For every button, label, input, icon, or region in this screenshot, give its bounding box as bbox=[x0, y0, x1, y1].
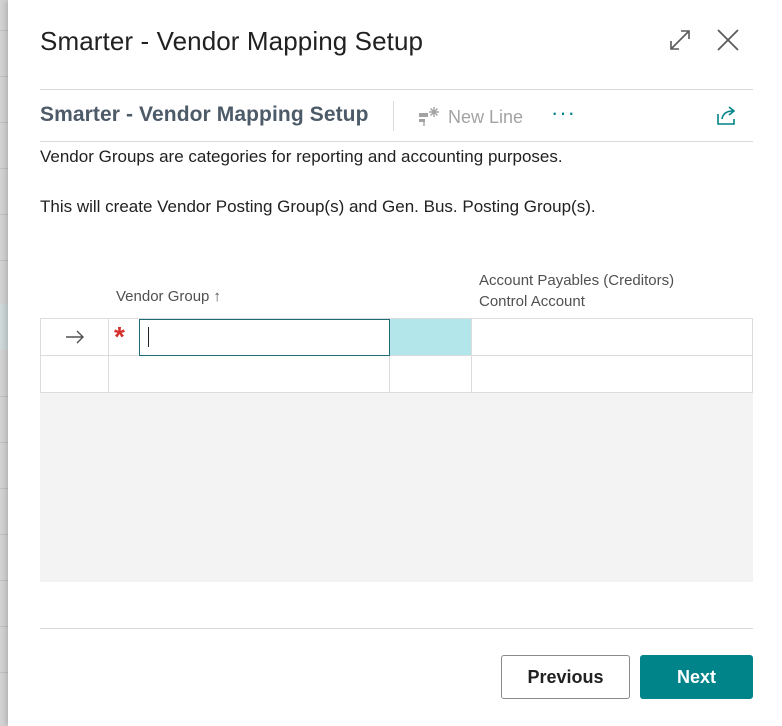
table-row[interactable]: * bbox=[40, 318, 753, 356]
control-account-cell[interactable] bbox=[472, 356, 753, 392]
description-text: Vendor Groups are categories for reporti… bbox=[40, 147, 563, 166]
vendor-group-cell: * bbox=[109, 319, 390, 356]
vendor-mapping-dialog: Smarter - Vendor Mapping Setup Smarter -… bbox=[8, 0, 782, 726]
close-icon[interactable] bbox=[716, 28, 740, 52]
action-bar-divider bbox=[393, 101, 394, 131]
subtitle-divider bbox=[40, 141, 753, 142]
text-caret bbox=[148, 327, 149, 347]
new-line-icon bbox=[418, 106, 442, 128]
previous-button[interactable]: Previous bbox=[501, 655, 630, 699]
column-header-label: Control Account bbox=[479, 293, 585, 310]
highlighted-cell[interactable] bbox=[390, 319, 472, 355]
column-header-vendor-group[interactable]: Vendor Group ↑ bbox=[116, 288, 221, 305]
more-actions-button[interactable]: ··· bbox=[551, 102, 576, 124]
table-row[interactable] bbox=[40, 356, 753, 393]
column-header-label: Account Payables (Creditors) bbox=[479, 272, 675, 289]
grid-cell[interactable] bbox=[390, 356, 472, 392]
header-divider bbox=[40, 89, 753, 90]
dialog-title: Smarter - Vendor Mapping Setup bbox=[40, 26, 424, 56]
vendor-group-input[interactable] bbox=[139, 319, 390, 356]
row-indicator-arrow-icon bbox=[41, 319, 109, 355]
page-subtitle: Smarter - Vendor Mapping Setup bbox=[40, 103, 369, 126]
sort-ascending-icon: ↑ bbox=[213, 288, 221, 305]
new-line-label: New Line bbox=[448, 106, 524, 127]
required-asterisk-icon: * bbox=[114, 321, 125, 352]
column-header-label: Vendor Group bbox=[116, 288, 210, 305]
description-text: This will create Vendor Posting Group(s)… bbox=[40, 197, 596, 216]
control-account-cell[interactable] bbox=[472, 319, 753, 355]
footer-divider bbox=[40, 628, 753, 629]
row-indicator-cell bbox=[41, 356, 109, 392]
share-icon[interactable] bbox=[716, 104, 738, 126]
expand-icon[interactable] bbox=[668, 28, 692, 52]
column-header-control-account[interactable]: Account Payables (Creditors) Control Acc… bbox=[479, 270, 674, 312]
vendor-group-cell[interactable] bbox=[109, 356, 390, 392]
next-button[interactable]: Next bbox=[640, 655, 753, 699]
new-line-button[interactable]: New Line bbox=[418, 104, 523, 130]
